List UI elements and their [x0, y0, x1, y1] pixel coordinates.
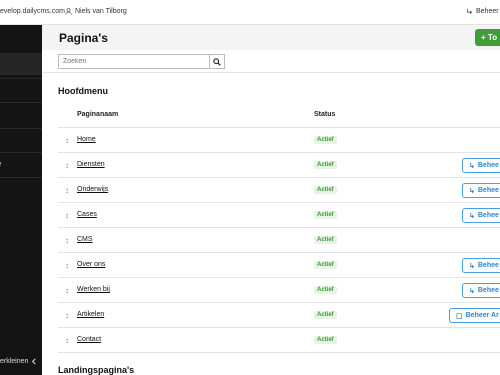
section-title-main-menu: Hoofdmenu [58, 86, 108, 96]
user-icon [65, 8, 72, 15]
drag-handle-icon[interactable]: ↕ [65, 211, 69, 220]
column-header-name: Paginanaam [77, 111, 119, 118]
manage-button-label: Behee [477, 162, 499, 169]
table-row: ↕ Contact Actief [58, 327, 500, 352]
site-domain[interactable]: evelop.dailycms.com [0, 8, 65, 15]
drag-handle-icon[interactable]: ↕ [65, 186, 69, 195]
status-badge: Actief [314, 186, 337, 194]
page-header: Pagina's [42, 25, 500, 50]
sidebar-item[interactable] [0, 105, 42, 127]
manage-subpages-button[interactable]: ↳ Behee [462, 258, 500, 273]
manage-subpages-button[interactable]: ↳ Behee [462, 283, 500, 298]
comment-icon: ▢ [456, 313, 463, 320]
page-name-link[interactable]: CMS [77, 236, 93, 243]
section-title-landing-pages: Landingspagina's [58, 365, 135, 375]
subdirectory-arrow-icon: ↳ [469, 188, 475, 195]
user-menu[interactable]: Niels van Tilborg [65, 8, 127, 15]
drag-handle-icon[interactable]: ↕ [65, 161, 69, 170]
table-bottom-border [58, 352, 500, 353]
content-divider [42, 72, 500, 73]
manage-button-label: Behee [477, 187, 499, 194]
table-row: ↕ Artikelen Actief ▢ Beheer Ar [58, 302, 500, 327]
manage-subpages-button[interactable]: ↳ Behee [462, 183, 500, 198]
status-badge: Actief [314, 336, 337, 344]
page-name-link[interactable]: Werken bij [77, 286, 110, 293]
chevron-left-icon [32, 358, 37, 365]
manage-button-label: Behee [477, 212, 499, 219]
manage-subpages-button[interactable]: ▢ Beheer Ar [449, 308, 500, 323]
page-name-link[interactable]: Artikelen [77, 311, 104, 318]
table-row: ↕ Onderwijs Actief ↳ Behee [58, 177, 500, 202]
manage-subpages-button[interactable]: ↳ Behee [462, 208, 500, 223]
page-title: Pagina's [59, 31, 108, 45]
page-name-link[interactable]: Contact [77, 336, 101, 343]
drag-handle-icon[interactable]: ↕ [65, 286, 69, 295]
table-row: ↕ Over ons Actief ↳ Behee [58, 252, 500, 277]
drag-handle-icon[interactable]: ↕ [65, 311, 69, 320]
sidebar-divider [0, 177, 42, 178]
return-arrow-icon [466, 8, 473, 14]
status-badge: Actief [314, 161, 337, 169]
top-bar: evelop.dailycms.com Niels van Tilborg Be… [0, 0, 500, 25]
sidebar-item-pages[interactable] [0, 53, 42, 75]
sidebar-item-configuration[interactable]: tie [0, 153, 42, 175]
column-header-status: Status [314, 111, 336, 118]
sidebar-divider [0, 78, 42, 79]
subdirectory-arrow-icon: ↳ [469, 263, 475, 270]
drag-handle-icon[interactable]: ↕ [65, 136, 69, 145]
subdirectory-arrow-icon: ↳ [469, 288, 475, 295]
table-row: ↕ Home Actief [58, 127, 500, 152]
drag-handle-icon[interactable]: ↕ [65, 336, 69, 345]
manage-label: Beheer [476, 8, 499, 15]
add-page-button[interactable]: + To [475, 29, 500, 46]
manage-button-label: Behee [477, 287, 499, 294]
status-badge: Actief [314, 136, 337, 144]
user-name: Niels van Tilborg [75, 8, 127, 15]
sidebar-item-label: tie [0, 161, 1, 168]
table-row: ↕ Diensten Actief ↳ Behee [58, 152, 500, 177]
table-row: ↕ Cases Actief ↳ Behee [58, 202, 500, 227]
status-badge: Actief [314, 261, 337, 269]
search-icon [213, 57, 221, 66]
page-name-link[interactable]: Home [77, 136, 96, 143]
status-badge: Actief [314, 311, 337, 319]
status-badge: Actief [314, 211, 337, 219]
page-name-link[interactable]: Cases [77, 211, 97, 218]
manage-button-label: Beheer Ar [465, 312, 499, 319]
search-input[interactable] [58, 54, 210, 69]
sidebar-item-dashboard[interactable]: d [0, 28, 42, 50]
page-name-link[interactable]: Over ons [77, 261, 105, 268]
sidebar: d tie erkleinen [0, 25, 42, 375]
collapse-label: erkleinen [0, 358, 29, 365]
sidebar-collapse[interactable]: erkleinen [0, 358, 37, 365]
status-badge: Actief [314, 286, 337, 294]
subdirectory-arrow-icon: ↳ [469, 213, 475, 220]
page-name-link[interactable]: Onderwijs [77, 186, 108, 193]
manage-subpages-button[interactable]: ↳ Behee [462, 158, 500, 173]
manage-link[interactable]: Beheer [466, 8, 499, 15]
sidebar-divider [0, 128, 42, 129]
page-name-link[interactable]: Diensten [77, 161, 105, 168]
sidebar-divider [0, 102, 42, 103]
table-row: ↕ CMS Actief [58, 227, 500, 252]
manage-button-label: Behee [477, 262, 499, 269]
table-row: ↕ Werken bij Actief ↳ Behee [58, 277, 500, 302]
search-button[interactable] [209, 54, 225, 69]
status-badge: Actief [314, 236, 337, 244]
drag-handle-icon[interactable]: ↕ [65, 261, 69, 270]
subdirectory-arrow-icon: ↳ [469, 163, 475, 170]
drag-handle-icon[interactable]: ↕ [65, 236, 69, 245]
